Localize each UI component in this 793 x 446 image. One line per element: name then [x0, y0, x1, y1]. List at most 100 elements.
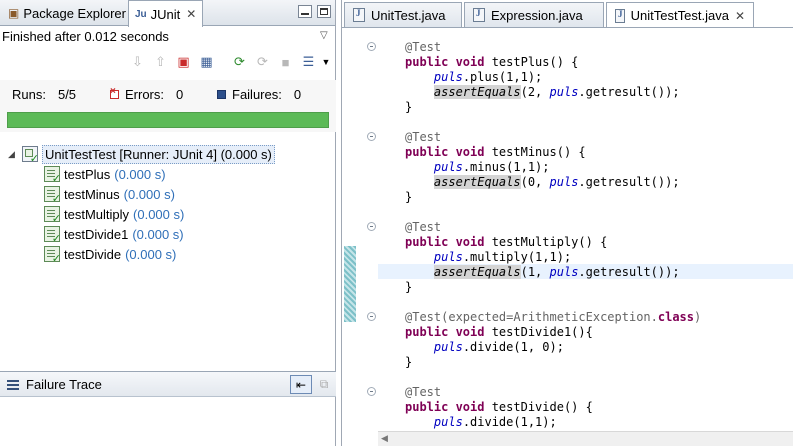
tree-root[interactable]: ◢ UnitTestTest [Runner: JUnit 4] (0.000 … [8, 144, 275, 165]
close-icon[interactable]: ✕ [735, 9, 745, 23]
tab-unittesttest-java[interactable]: UnitTestTest.java ✕ [606, 2, 754, 28]
annotation: @Test [405, 220, 442, 234]
code-line: puls.plus(1,1); [405, 70, 542, 85]
tab-expression-java[interactable]: Expression.java [464, 2, 604, 27]
field-ref: puls [433, 250, 463, 264]
fold-icon[interactable] [367, 222, 376, 231]
failures-only-icon[interactable]: ▣ [174, 53, 193, 72]
code-line: puls.multiply(1,1); [405, 250, 571, 265]
horizontal-scrollbar[interactable]: ◀ [378, 431, 793, 446]
minimize-icon[interactable] [298, 5, 312, 18]
test-time: (0.000 s) [125, 246, 177, 262]
tab-unittest-java[interactable]: UnitTest.java [344, 2, 462, 27]
tab-package-explorer[interactable]: ▣ Package Explorer [2, 0, 132, 26]
tab-junit[interactable]: Ju JUnit ✕ [128, 0, 204, 27]
stop-icon[interactable]: ■ [276, 53, 295, 72]
args: .getresult()); [578, 175, 680, 189]
test-row[interactable]: testMultiply (0.000 s) [44, 204, 184, 225]
close-icon[interactable]: ✕ [186, 7, 196, 21]
method-signature: testMultiply() { [484, 235, 608, 249]
history-icon[interactable]: ☰ [299, 53, 318, 72]
field-ref: puls [433, 70, 463, 84]
brace: } [405, 280, 413, 294]
tab-label: Expression.java [491, 7, 583, 23]
annotation: @Test [405, 385, 442, 399]
field-ref: puls [433, 415, 463, 429]
view-menu-icon[interactable]: ▽ [320, 30, 328, 41]
history-dropdown-icon[interactable]: ▼ [322, 53, 331, 72]
static-call: assertEquals [433, 265, 521, 279]
run-status: Finished after 0.012 seconds [2, 29, 169, 44]
test-pass-icon [44, 226, 61, 245]
rerun-icon[interactable]: ⟳ [230, 53, 249, 72]
java-file-icon [353, 8, 365, 22]
runs-label: Runs: [12, 87, 46, 102]
fold-icon[interactable] [367, 132, 376, 141]
test-row[interactable]: testMinus (0.000 s) [44, 184, 175, 205]
code-line: public void testDivide() { [405, 400, 593, 415]
keyword: public void [405, 400, 485, 414]
junit-toolbar: ⇩ ⇧ ▣ ▦ ⟳ ⟳ ■ ☰ ▼ [128, 50, 330, 74]
test-pass-icon [44, 166, 61, 185]
code-line: public void testPlus() { [405, 55, 578, 70]
args: .getresult()); [578, 85, 680, 99]
static-call: assertEquals [433, 175, 521, 189]
brace: } [405, 190, 413, 204]
test-time: (0.000 s) [132, 226, 184, 242]
keyword: public void [405, 325, 485, 339]
runs-value: 5/5 [57, 87, 77, 102]
test-row[interactable]: testDivide1 (0.000 s) [44, 224, 184, 245]
scroll-left-icon[interactable]: ◀ [381, 433, 388, 444]
brace: } [405, 355, 413, 369]
annotation: @Test(expected=ArithmeticException. [405, 310, 658, 324]
maximize-icon[interactable] [317, 5, 331, 18]
tab-label: Package Explorer [23, 5, 126, 21]
code-line: public void testDivide1(){ [405, 325, 593, 340]
code-line: } [405, 355, 412, 370]
code-line: assertEquals(0, puls.getresult()); [405, 175, 680, 190]
previous-failure-icon[interactable]: ⇧ [151, 53, 170, 72]
args: (2, [520, 85, 550, 99]
tabbar-divider [342, 27, 793, 28]
scroll-lock-icon[interactable]: ▦ [197, 53, 216, 72]
errors-label: Errors: [125, 87, 164, 102]
compare-icon[interactable]: ⧉ [313, 375, 335, 394]
filter-stack-icon[interactable]: ⇤ [290, 375, 312, 394]
failures-counter: Failures: 0 [217, 87, 301, 102]
java-editor: UnitTest.java Expression.java UnitTestTe… [341, 0, 793, 446]
failure-trace-header: Failure Trace ⇤ ⧉ [0, 371, 336, 397]
tab-label: JUnit [150, 6, 181, 22]
args: (1, [520, 265, 550, 279]
code-line: public void testMultiply() { [405, 235, 607, 250]
field-ref: puls [433, 340, 463, 354]
test-name: testDivide1 [64, 226, 129, 242]
failures-value: 0 [293, 87, 302, 102]
method-call: .multiply(1,1); [462, 250, 572, 264]
keyword: public void [405, 235, 485, 249]
test-row[interactable]: testDivide (0.000 s) [44, 244, 177, 265]
error-icon [110, 86, 119, 99]
next-failure-icon[interactable]: ⇩ [128, 53, 147, 72]
method-signature: testDivide1(){ [484, 325, 593, 339]
change-marker [344, 246, 356, 322]
toolbar-separator [220, 53, 226, 72]
failure-icon [217, 90, 226, 99]
test-time: (0.000 s) [123, 186, 175, 202]
fold-icon[interactable] [367, 387, 376, 396]
keyword: public void [405, 55, 485, 69]
tab-label: UnitTestTest.java [630, 8, 729, 23]
static-call: assertEquals [433, 85, 521, 99]
fold-icon[interactable] [367, 42, 376, 51]
collapse-icon[interactable]: ◢ [8, 149, 20, 160]
rerun-failed-first-icon[interactable]: ⟳ [253, 53, 272, 72]
failures-label: Failures: [232, 87, 282, 102]
tab-label: UnitTest.java [371, 7, 446, 23]
left-tabbar: ▣ Package Explorer Ju JUnit ✕ [0, 0, 335, 27]
fold-icon[interactable] [367, 312, 376, 321]
test-row[interactable]: testPlus (0.000 s) [44, 164, 166, 185]
progress-bar [7, 112, 329, 128]
code-line: @Test [405, 40, 441, 55]
suite-label: UnitTestTest [Runner: JUnit 4] (0.000 s) [42, 144, 275, 164]
code-line: assertEquals(1, puls.getresult()); [405, 265, 680, 280]
code-line: @Test [405, 220, 441, 235]
